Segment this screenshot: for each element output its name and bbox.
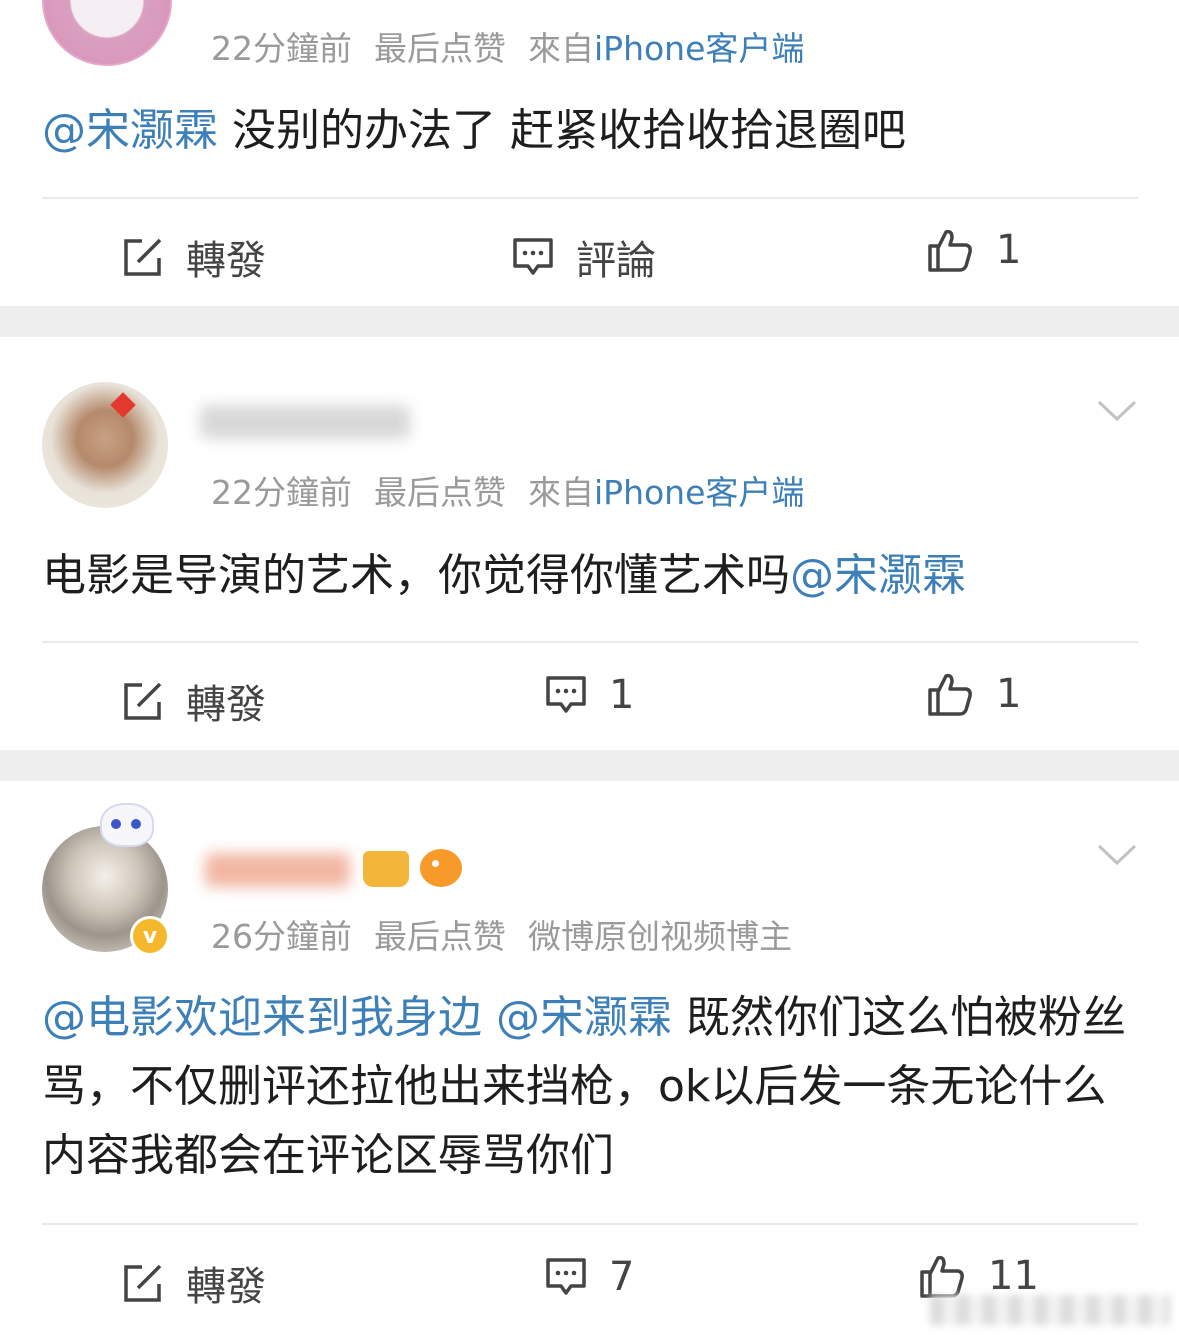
- comment-body: 电影是导演的艺术，你觉得你懂艺术吗: [42, 550, 790, 601]
- comment-card-1: 22分鐘前 最后点赞 來自iPhone客户端 @宋灏霖 没别的办法了 赶紧收拾收拾退…: [0, 0, 1179, 306]
- divider: [42, 197, 1138, 199]
- source-link[interactable]: iPhone客户端: [594, 473, 804, 512]
- user-tag: 微博原创视频博主: [528, 917, 792, 956]
- comment-time: 22分鐘前: [211, 473, 352, 512]
- section-gap: [0, 750, 1179, 781]
- comment-body: 没别的办法了 赶紧收拾收拾退圈吧: [218, 105, 906, 156]
- thumbs-up-icon: [928, 673, 972, 716]
- like-count: 1: [996, 227, 1022, 273]
- mention-link[interactable]: @电影欢迎来到我身边: [42, 992, 482, 1043]
- comment-count: 7: [609, 1254, 635, 1300]
- comment-button[interactable]: 1: [545, 672, 634, 718]
- comment-meta: 22分鐘前 最后点赞 來自iPhone客户端: [211, 22, 826, 70]
- last-like-label: 最后点赞: [374, 473, 506, 512]
- comment-text: 电影是导演的艺术，你觉得你懂艺术吗@宋灏霖: [42, 541, 1137, 610]
- mention-link[interactable]: @宋灏霖: [790, 550, 966, 601]
- divider: [42, 641, 1138, 643]
- like-count: 1: [996, 671, 1022, 717]
- comment-text: @电影欢迎来到我身边 @宋灏霖 既然你们这么怕被粉丝骂，不仅删评还拉他出来挡枪，…: [42, 983, 1137, 1190]
- source-label: 來自: [528, 29, 594, 68]
- watermark-blurred: [930, 1295, 1170, 1325]
- like-button[interactable]: 1: [926, 226, 1021, 274]
- chevron-down-icon[interactable]: [1097, 399, 1137, 423]
- username-blurred[interactable]: [205, 853, 350, 887]
- divider: [42, 1223, 1138, 1225]
- repost-label: 轉發: [186, 238, 266, 284]
- repost-button[interactable]: 轉發: [122, 228, 266, 286]
- avatar[interactable]: [42, 382, 168, 508]
- comment-icon: [513, 238, 553, 275]
- comment-meta: 26分鐘前 最后点赞 微博原创视频博主: [211, 910, 814, 958]
- username-blurred[interactable]: [200, 405, 410, 439]
- repost-icon: [124, 682, 162, 720]
- last-like-label: 最后点赞: [374, 917, 506, 956]
- like-count: 11: [988, 1253, 1039, 1299]
- comment-time: 26分鐘前: [211, 917, 352, 956]
- source-link[interactable]: iPhone客户端: [594, 29, 804, 68]
- chevron-down-icon[interactable]: [1097, 843, 1137, 867]
- last-like-label: 最后点赞: [374, 29, 506, 68]
- like-button[interactable]: 11: [918, 1252, 1039, 1300]
- member-crown-icon: [363, 851, 409, 887]
- fish-badge-icon: [420, 849, 462, 887]
- mention-link[interactable]: @宋灏霖: [496, 992, 672, 1043]
- comment-icon: [546, 1258, 586, 1295]
- repost-label: 轉發: [186, 1264, 266, 1310]
- like-button[interactable]: 1: [926, 670, 1021, 718]
- comment-count: 1: [609, 672, 635, 718]
- comment-time: 22分鐘前: [211, 29, 352, 68]
- comment-card-3: v 26分鐘前 最后点赞 微博原创视频博主 @电影欢迎来到我身边 @宋灏霖 既然你们…: [0, 781, 1179, 1335]
- repost-button[interactable]: 轉發: [122, 1254, 266, 1312]
- avatar[interactable]: [42, 0, 172, 66]
- source-label: 來自: [528, 473, 594, 512]
- verified-badge-icon: v: [130, 916, 170, 956]
- comment-label: 評論: [576, 238, 656, 284]
- thumbs-up-icon: [920, 1255, 964, 1298]
- comment-meta: 22分鐘前 最后点赞 來自iPhone客户端: [211, 466, 826, 514]
- section-gap: [0, 306, 1179, 337]
- mention-link[interactable]: @宋灏霖: [42, 105, 218, 156]
- comment-card-2: 22分鐘前 最后点赞 來自iPhone客户端 电影是导演的艺术，你觉得你懂艺术吗@宋…: [0, 337, 1179, 750]
- thumbs-up-icon: [928, 229, 972, 272]
- comment-button[interactable]: 評論: [512, 228, 656, 286]
- avatar-frame-cat-icon: [100, 803, 154, 847]
- repost-icon: [124, 238, 162, 276]
- repost-button[interactable]: 轉發: [122, 672, 266, 730]
- repost-icon: [124, 1264, 162, 1302]
- comment-button[interactable]: 7: [545, 1254, 634, 1300]
- repost-label: 轉發: [186, 682, 266, 728]
- comment-text: @宋灏霖 没别的办法了 赶紧收拾收拾退圈吧: [42, 96, 1137, 165]
- comment-icon: [546, 676, 586, 713]
